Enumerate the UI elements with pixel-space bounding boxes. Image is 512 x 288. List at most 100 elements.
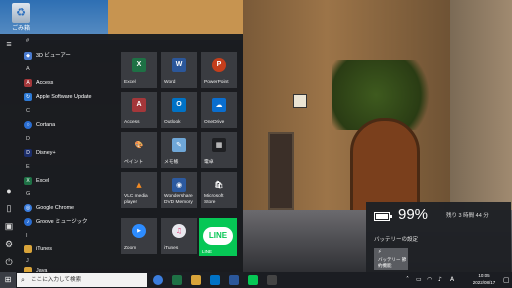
list-item[interactable]: iTunes [18, 242, 118, 256]
itunes-icon: ♫ [172, 224, 186, 238]
section-letter[interactable]: D [26, 134, 46, 144]
tile-itunes[interactable]: ♫ iTunes [161, 218, 197, 254]
list-item[interactable]: A Access [18, 76, 118, 90]
store-icon: 🛍 [214, 181, 224, 189]
battery-saver-button[interactable]: バッテリー 節約機能 [374, 248, 408, 270]
search-box[interactable]: ⌕ ここに入力して検索 [17, 273, 147, 287]
tile-notepad[interactable]: ✎ メモ帳 [161, 132, 197, 168]
vlc-icon: ▲ [136, 181, 142, 189]
calculator-icon: ▦ [212, 138, 226, 152]
wallpaper-door [268, 132, 294, 210]
section-letter[interactable]: # [26, 36, 46, 46]
tile-calculator[interactable]: ▦ 電卓 [201, 132, 237, 168]
word-icon[interactable] [229, 275, 239, 285]
section-letter[interactable]: C [26, 106, 46, 116]
tile-dvd-memory[interactable]: ◉ Wondershare DVD Memory [161, 172, 197, 208]
tile-label: iTunes [164, 245, 179, 251]
excel-icon[interactable] [172, 275, 182, 285]
battery-icon [374, 212, 392, 221]
section-letter[interactable]: G [26, 189, 46, 199]
list-item-label: 3D ビューアー [36, 53, 71, 59]
tile-label: VLC media player [124, 194, 148, 205]
tile-label: LINE [202, 249, 213, 254]
tile-label: Wondershare DVD Memory [164, 194, 193, 205]
cortana-icon: ○ [24, 121, 32, 129]
chrome-icon: ◎ [24, 204, 32, 212]
tile-access[interactable]: A Access [121, 92, 157, 128]
3d-viewer-icon: ◆ [24, 52, 32, 60]
disney-icon: D [24, 149, 32, 157]
app-list: # ◆ 3D ビューアー A A Access ↻ Apple Software… [18, 34, 118, 272]
tile-label: 電卓 [204, 159, 214, 165]
battery-tray-icon[interactable]: ▭ [416, 272, 422, 288]
tile-paint[interactable]: 🎨 ペイント [121, 132, 157, 168]
settings-icon[interactable]: ⚙ [4, 239, 14, 249]
list-item[interactable]: ↻ Apple Software Update [18, 90, 118, 104]
section-letter[interactable]: E [26, 162, 46, 172]
tile-powerpoint[interactable]: P PowerPoint [201, 52, 237, 88]
wifi-icon[interactable]: ◠ [427, 272, 432, 288]
list-item[interactable]: ♪ Groove ミュージック [18, 215, 118, 229]
tile-vlc[interactable]: ▲ VLC media player [121, 172, 157, 208]
list-item[interactable]: ◎ Google Chrome [18, 201, 118, 215]
tile-label: メモ帳 [164, 159, 179, 165]
access-icon: A [24, 79, 32, 87]
list-item-label: Access [36, 80, 54, 86]
access-icon: A [132, 98, 146, 112]
windows-logo-icon: ⊞ [4, 275, 12, 284]
power-icon[interactable]: ⏻ [4, 257, 14, 267]
apple-update-icon: ↻ [24, 93, 32, 101]
ime-indicator[interactable]: A [450, 272, 454, 288]
list-item-label: Apple Software Update [36, 94, 92, 100]
windows-start-button[interactable]: ⊞ [0, 272, 16, 288]
list-item[interactable]: ◆ 3D ビューアー [18, 49, 118, 63]
list-item-label: Excel [36, 178, 50, 184]
chevron-up-icon[interactable]: ˄ [406, 272, 409, 288]
section-letter[interactable]: I [26, 231, 46, 241]
tile-store[interactable]: 🛍 Microsoft Store [201, 172, 237, 208]
outlook-icon[interactable] [210, 275, 220, 285]
chrome-icon[interactable] [153, 275, 163, 285]
tile-outlook[interactable]: O Outlook [161, 92, 197, 128]
tile-label: Excel [124, 79, 136, 85]
list-item-label: Disney+ [36, 150, 56, 156]
tile-word[interactable]: W Word [161, 52, 197, 88]
user-icon[interactable]: ● [4, 186, 14, 196]
dvd-memory-icon: ◉ [172, 178, 186, 192]
section-letter[interactable]: A [26, 64, 46, 74]
tile-label: Outlook [164, 119, 181, 125]
battery-settings-link[interactable]: バッテリーの設定 [374, 235, 418, 243]
excel-icon: X [132, 58, 146, 72]
list-item[interactable]: D Disney+ [18, 146, 118, 160]
tile-zoom[interactable]: ▶ Zoom [121, 218, 157, 254]
notification-icon[interactable]: ▢ [503, 275, 511, 285]
picture-icon[interactable]: ▣ [4, 221, 14, 231]
tile-onedrive[interactable]: ☁ OneDrive [201, 92, 237, 128]
search-icon: ⌕ [21, 276, 25, 284]
folder-icon [24, 245, 32, 253]
tile-excel[interactable]: X Excel [121, 52, 157, 88]
volume-icon[interactable]: ♪ [438, 272, 442, 288]
tile-label: Word [164, 79, 176, 85]
list-item[interactable]: ○ Cortana [18, 118, 118, 132]
store-icon[interactable] [267, 275, 277, 285]
tile-line[interactable]: LINE LINE [199, 218, 237, 256]
list-item[interactable]: Java [18, 264, 118, 272]
battery-percent: 99% [398, 206, 429, 223]
taskbar-clock[interactable]: 10:05 2022/08/17 [468, 273, 500, 286]
line-icon[interactable] [248, 275, 258, 285]
list-item[interactable]: X Excel [18, 174, 118, 188]
hamburger-icon[interactable]: ≡ [4, 39, 14, 49]
tile-label: PowerPoint [204, 79, 229, 85]
wallpaper-door [350, 118, 420, 214]
file-explorer-icon[interactable] [191, 275, 201, 285]
excel-icon: X [24, 177, 32, 185]
document-icon[interactable]: ▯ [4, 203, 14, 213]
tile-label: ペイント [124, 159, 144, 165]
recycle-bin-shortcut[interactable]: ♻ ごみ箱 [6, 3, 36, 35]
line-icon: LINE [203, 227, 233, 245]
word-icon: W [172, 58, 186, 72]
list-item-label: iTunes [36, 246, 52, 252]
start-rail: ≡ ● ▯ ▣ ⚙ ⏻ [0, 34, 18, 272]
list-item-label: Groove ミュージック [36, 219, 88, 225]
